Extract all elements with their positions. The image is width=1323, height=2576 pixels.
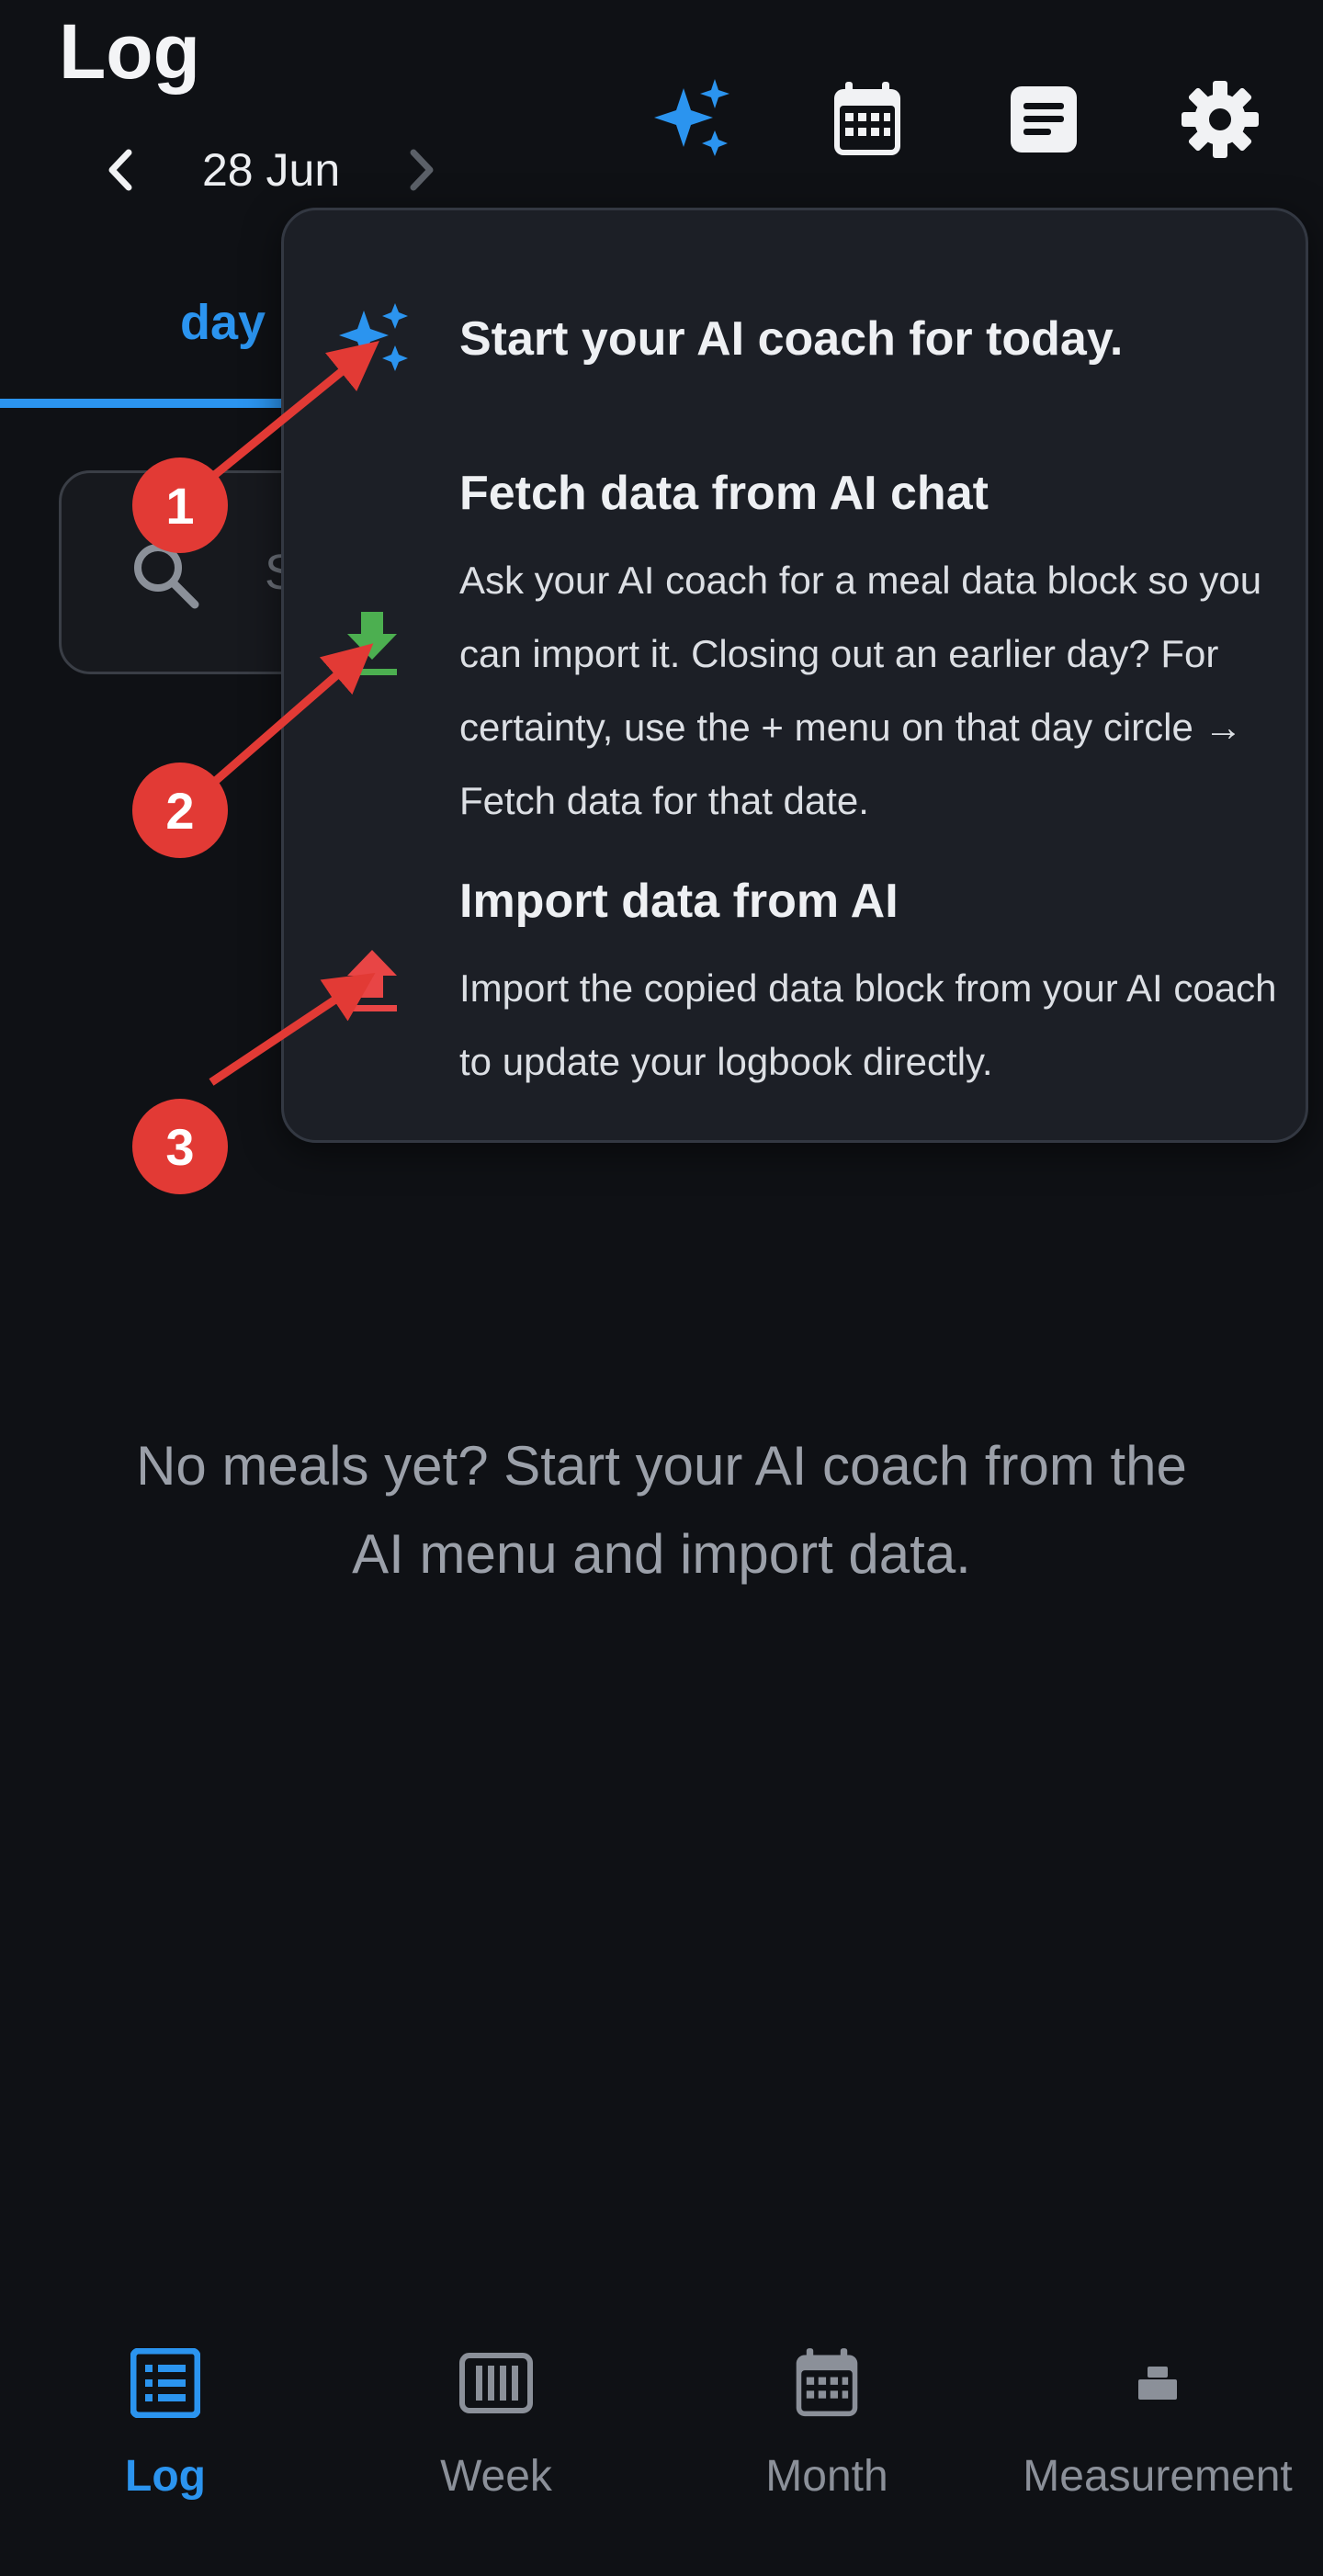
upload-icon [347, 950, 397, 1011]
nav-week[interactable]: Week [331, 2297, 662, 2576]
next-day-button[interactable] [395, 138, 450, 202]
notes-icon [1011, 86, 1077, 153]
empty-state-message: No meals yet? Start your AI coach from t… [136, 1435, 1187, 1585]
chevron-right-icon [410, 149, 434, 191]
annotation-badge-2: 2 [132, 763, 228, 858]
list-icon [130, 2348, 200, 2418]
import-data-item[interactable]: Import data from AI [459, 873, 899, 930]
scale-icon [1138, 2367, 1177, 2400]
tab-day[interactable]: day [180, 294, 266, 351]
calendar-icon [834, 82, 900, 155]
nav-log-label: Log [125, 2452, 206, 2501]
gear-icon [1182, 81, 1259, 158]
notes-button[interactable] [1000, 75, 1088, 164]
annotation-badge-1: 1 [132, 458, 228, 553]
nav-measurement[interactable]: Measurement [992, 2297, 1323, 2576]
week-columns-icon [459, 2353, 533, 2413]
nav-log[interactable]: Log [0, 2297, 331, 2576]
calendar-icon [796, 2348, 858, 2417]
ai-menu-button[interactable] [647, 75, 735, 164]
settings-button[interactable] [1176, 75, 1264, 164]
sparkles-icon [654, 79, 729, 156]
date-navigator: 28 Jun [92, 138, 450, 202]
page-title: Log [59, 8, 200, 95]
chevron-left-icon [108, 149, 132, 191]
start-ai-coach-item[interactable]: Start your AI coach for today. [459, 311, 1123, 367]
annotation-badge-3: 3 [132, 1099, 228, 1194]
nav-month[interactable]: Month [662, 2297, 992, 2576]
previous-day-button[interactable] [92, 138, 147, 202]
sparkles-icon [339, 303, 408, 371]
current-date[interactable]: 28 Jun [147, 147, 395, 193]
nav-month-label: Month [765, 2452, 888, 2501]
nav-week-label: Week [440, 2452, 552, 2501]
download-icon [347, 612, 397, 675]
tab-indicator [0, 399, 285, 408]
fetch-data-item[interactable]: Fetch data from AI chat [459, 465, 989, 522]
import-data-description: Import the copied data block from your A… [459, 966, 1277, 1083]
nav-measurement-label: Measurement [1023, 2452, 1293, 2501]
fetch-data-description: Ask your AI coach for a meal data block … [459, 559, 1262, 822]
calendar-button[interactable] [823, 75, 911, 164]
bottom-navigation: Log Week Month Measurement [0, 2297, 1323, 2576]
